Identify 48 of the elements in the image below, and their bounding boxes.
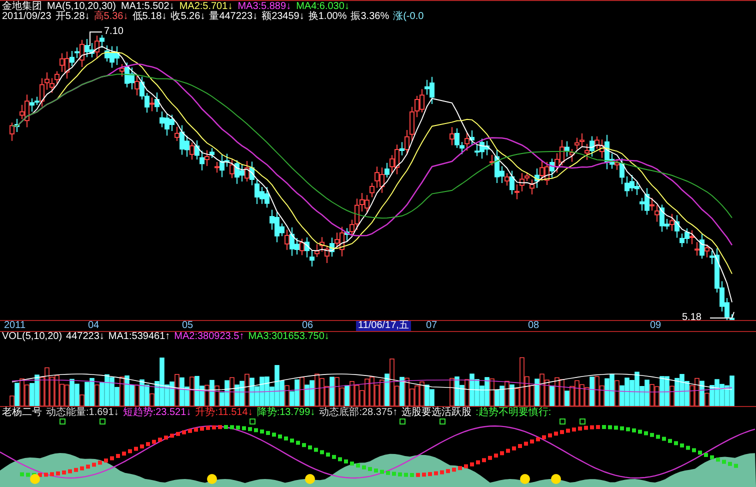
signal-square-icon (560, 418, 566, 424)
quote-value: 换1.00% (308, 11, 347, 22)
axis-date-label: 07 (426, 321, 438, 331)
axis-date-label: 04 (88, 321, 100, 331)
quote-value: 额23459↓ (262, 11, 304, 22)
indicator-value: 选股要选活跃股 (402, 407, 472, 417)
axis-date-label: 09 (650, 321, 662, 331)
ma-value: MA4:6.030↓ (296, 1, 350, 11)
indicator-value: :趋势不明要慎行: (476, 407, 552, 417)
ma-value: MA3:5.889↓ (238, 1, 292, 11)
axis-date-label: 11/06/17,五 (356, 321, 411, 331)
signal-square-icon (440, 418, 446, 424)
indicator-value: 动态底部:28.375↑ (319, 407, 398, 417)
quote-date: 2011/09/23 (2, 11, 52, 22)
ma-label: MA(5,10,20,30) (47, 1, 116, 11)
indicator-value: 短趋势:23.521↓ (122, 407, 192, 417)
indicator-name: 老杨二号 (2, 407, 42, 417)
high-price-label: 7.10 (104, 26, 124, 37)
axis-date-label: 05 (182, 321, 194, 331)
volume-label: VOL(5,10,20) (2, 332, 62, 342)
quote-value: 高5.36↓ (94, 11, 128, 22)
ma-value: MA2:5.701↓ (179, 1, 233, 11)
axis-date-label: 2011 (4, 321, 26, 331)
volume-value: 447223↓ (66, 332, 104, 342)
quote-value: 涨(-0.0 (393, 11, 424, 22)
quote-value: 收5.26↓ (170, 11, 206, 22)
indicator-value: 升势:11.514↓ (195, 407, 253, 417)
quote-value: 开5.28↓ (55, 11, 90, 22)
quote-value: 量447223↓ (209, 11, 258, 22)
axis-date-label: 08 (528, 321, 540, 331)
low-price-label: 5.18 (682, 312, 702, 320)
indicator-value: 动态能量:1.691↓ (46, 407, 119, 417)
volume-value: MA3:301653.750↓ (248, 332, 330, 342)
volume-value: MA2:380923.5↑ (174, 332, 244, 342)
stock-name: 金地集团 (2, 1, 42, 11)
indicator-value: 降势:13.799↓ (256, 407, 316, 417)
leader-line (90, 32, 102, 46)
signal-square-icon (100, 418, 106, 424)
axis-date-label: 06 (302, 321, 314, 331)
signal-square-icon (250, 418, 256, 424)
volume-value: MA1:539461↑ (108, 332, 170, 342)
signal-square-icon (60, 418, 66, 424)
signal-square-icon (400, 418, 406, 424)
quote-value: 低5.18↓ (132, 11, 167, 22)
quote-value: 振3.36% (350, 11, 390, 22)
signal-square-icon (580, 418, 586, 424)
leader-line (710, 312, 734, 318)
ma-value: MA1:5.502↓ (120, 1, 174, 11)
